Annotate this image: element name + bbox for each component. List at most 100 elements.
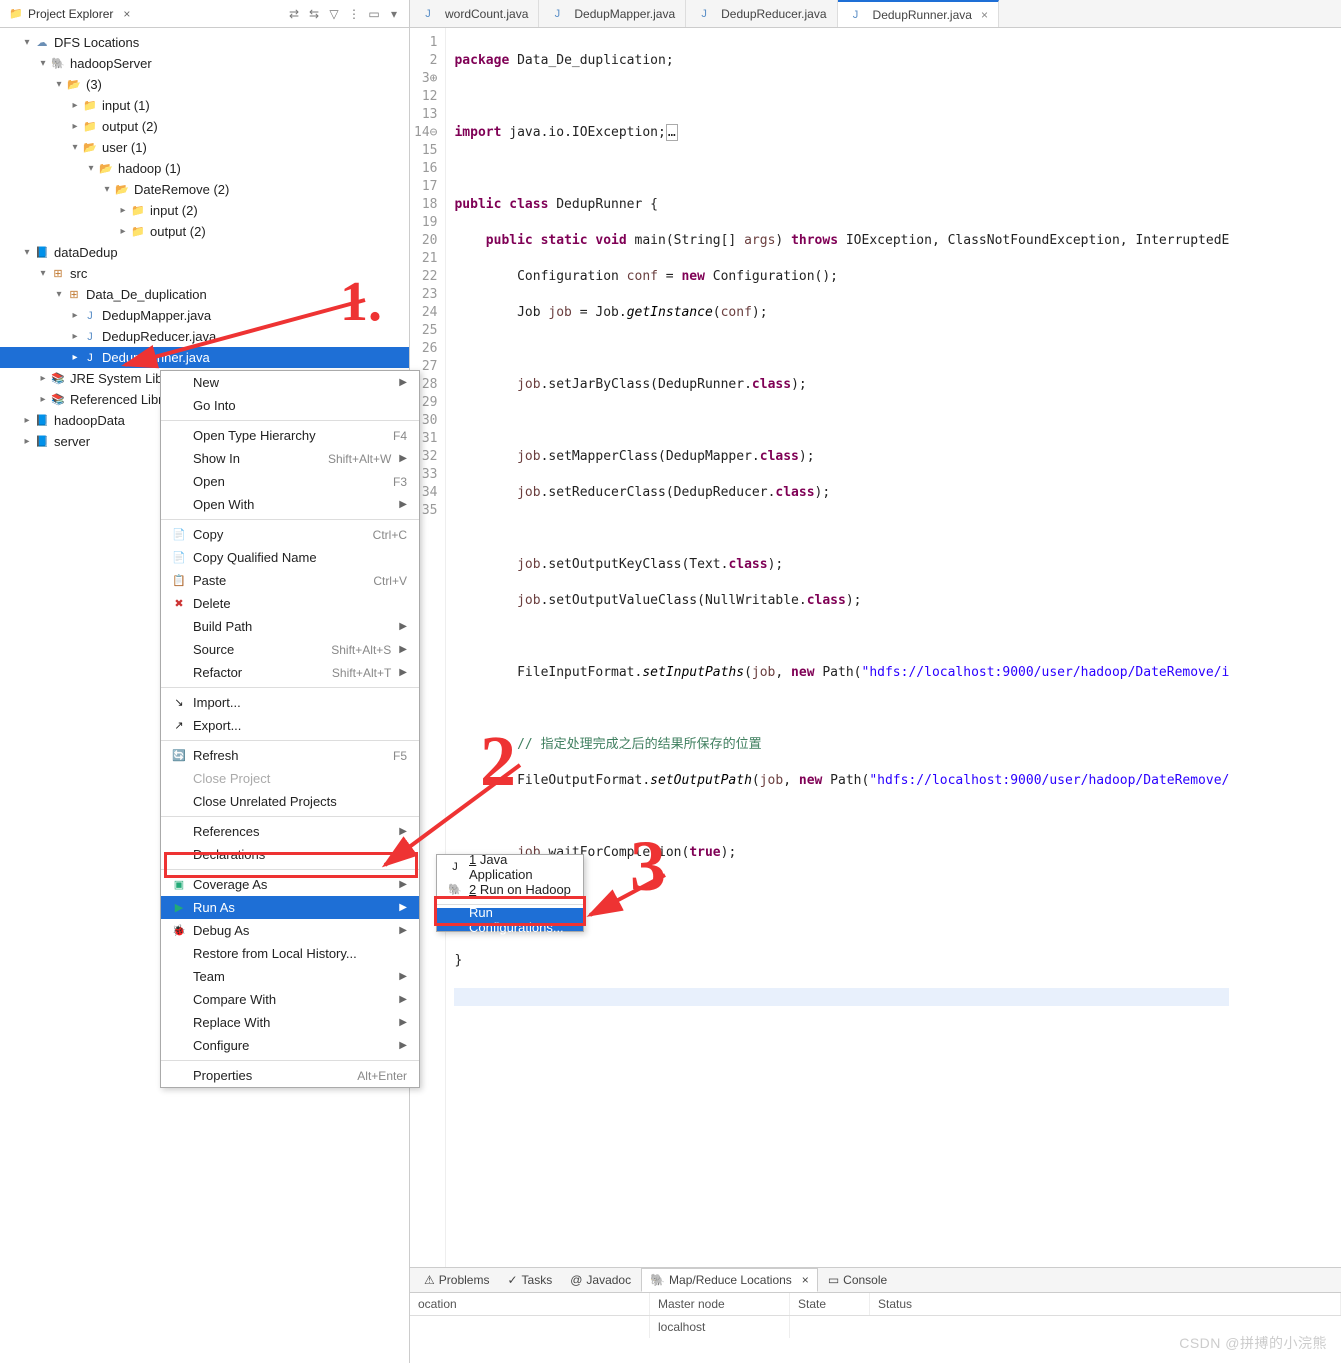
import-icon: ↘ <box>171 696 187 709</box>
menu-references[interactable]: References▶ <box>161 820 419 843</box>
package-icon: ⊞ <box>66 288 82 301</box>
menu-compare[interactable]: Compare With▶ <box>161 988 419 1011</box>
min-icon[interactable]: ▭ <box>367 7 381 21</box>
editor-tabs: JwordCount.java JDedupMapper.java JDedup… <box>410 0 1341 28</box>
tree-src[interactable]: ▾⊞src <box>0 263 409 284</box>
close-icon[interactable]: × <box>802 1273 809 1287</box>
folder-icon: 📂 <box>66 78 82 91</box>
tab-javadoc[interactable]: @Javadoc <box>562 1268 639 1292</box>
menu-copy[interactable]: 📄CopyCtrl+C <box>161 523 419 546</box>
menu-buildpath[interactable]: Build Path▶ <box>161 615 419 638</box>
focus-icon[interactable]: ⋮ <box>347 7 361 21</box>
tab-mapper[interactable]: JDedupMapper.java <box>539 0 686 27</box>
menu-copyqual[interactable]: 📄Copy Qualified Name <box>161 546 419 569</box>
tasks-icon: ✓ <box>507 1273 517 1287</box>
tree-dfs[interactable]: ▾☁DFS Locations <box>0 32 409 53</box>
tree-dateremove2[interactable]: ▾📂DateRemove (2) <box>0 179 409 200</box>
elephant-icon: 🐘 <box>50 57 66 70</box>
col-state[interactable]: State <box>790 1293 870 1315</box>
menu-declarations[interactable]: Declarations▶ <box>161 843 419 866</box>
menu-open[interactable]: OpenF3 <box>161 470 419 493</box>
java-icon: J <box>696 8 712 20</box>
java-icon: J <box>82 352 98 364</box>
submenu-runconfig[interactable]: Run Configurations... <box>437 908 583 931</box>
col-master[interactable]: Master node <box>650 1293 790 1315</box>
tree-reducer[interactable]: ▸JDedupReducer.java <box>0 326 409 347</box>
tree-three[interactable]: ▾📂(3) <box>0 74 409 95</box>
javadoc-icon: @ <box>570 1273 582 1287</box>
runas-submenu[interactable]: J1 Java Application 🐘2 Run on Hadoop Run… <box>436 854 584 932</box>
collapse-icon[interactable]: ⇄ <box>287 7 301 21</box>
console-icon: ▭ <box>828 1273 839 1287</box>
locations-table-header: ocation Master node State Status <box>410 1293 1341 1316</box>
tree-hadoopserver[interactable]: ▾🐘hadoopServer <box>0 53 409 74</box>
tree-input2[interactable]: ▸📁input (2) <box>0 200 409 221</box>
delete-icon: ✖ <box>171 597 187 610</box>
tab-problems[interactable]: ⚠Problems <box>416 1268 497 1292</box>
tab-reducer[interactable]: JDedupReducer.java <box>686 0 837 27</box>
col-location[interactable]: ocation <box>410 1293 650 1315</box>
menu-replace[interactable]: Replace With▶ <box>161 1011 419 1034</box>
explorer-toolbar: ⇄ ⇆ ▽ ⋮ ▭ ▾ <box>287 7 401 21</box>
menu-refresh[interactable]: 🔄RefreshF5 <box>161 744 419 767</box>
explorer-title: Project Explorer <box>28 7 113 21</box>
menu-properties[interactable]: PropertiesAlt+Enter <box>161 1064 419 1087</box>
tree-user1[interactable]: ▾📂user (1) <box>0 137 409 158</box>
code-body: package Data_De_duplication; import java… <box>446 28 1229 1267</box>
menu-gointo[interactable]: Go Into <box>161 394 419 417</box>
menu-refactor[interactable]: RefactorShift+Alt+T▶ <box>161 661 419 684</box>
menu-configure[interactable]: Configure▶ <box>161 1034 419 1057</box>
menu-export[interactable]: ↗Export... <box>161 714 419 737</box>
problems-icon: ⚠ <box>424 1273 435 1287</box>
menu-coverage[interactable]: ▣Coverage As▶ <box>161 873 419 896</box>
menu-restore[interactable]: Restore from Local History... <box>161 942 419 965</box>
submenu-javaapp[interactable]: J1 Java Application <box>437 855 583 878</box>
java-icon: J <box>82 310 98 322</box>
tree-mapper[interactable]: ▸JDedupMapper.java <box>0 305 409 326</box>
folder-icon: 📁 <box>130 204 146 217</box>
tree-hadoop1[interactable]: ▾📂hadoop (1) <box>0 158 409 179</box>
menu-runas[interactable]: ▶Run As▶ <box>161 896 419 919</box>
close-icon[interactable]: × <box>123 7 130 21</box>
folder-icon: 📂 <box>82 141 98 154</box>
tab-wordcount[interactable]: JwordCount.java <box>410 0 539 27</box>
bottom-view-tabs: ⚠Problems ✓Tasks @Javadoc 🐘Map/Reduce Lo… <box>410 1267 1341 1293</box>
menu-import[interactable]: ↘Import... <box>161 691 419 714</box>
tree-runner-selected[interactable]: ▸JDedupRunner.java <box>0 347 409 368</box>
code-editor[interactable]: 123⊕121314⊖15161718192021222324252627282… <box>410 28 1341 1267</box>
menu-delete[interactable]: ✖Delete <box>161 592 419 615</box>
menu-opentypehier[interactable]: Open Type HierarchyF4 <box>161 424 419 447</box>
menu-closeunrel[interactable]: Close Unrelated Projects <box>161 790 419 813</box>
paste-icon: 📋 <box>171 574 187 587</box>
tab-runner[interactable]: JDedupRunner.java× <box>838 0 999 27</box>
menu-openwith[interactable]: Open With▶ <box>161 493 419 516</box>
tree-output2[interactable]: ▸📁output (2) <box>0 116 409 137</box>
library-icon: 📚 <box>50 372 66 385</box>
tree-input1[interactable]: ▸📁input (1) <box>0 95 409 116</box>
menu-team[interactable]: Team▶ <box>161 965 419 988</box>
explorer-icon: 📁 <box>8 7 24 20</box>
link-icon[interactable]: ⇆ <box>307 7 321 21</box>
menu-debugas[interactable]: 🐞Debug As▶ <box>161 919 419 942</box>
close-icon[interactable]: × <box>981 8 988 22</box>
folder-icon: 📂 <box>114 183 130 196</box>
col-status[interactable]: Status <box>870 1293 1341 1315</box>
menu-new[interactable]: New▶ <box>161 371 419 394</box>
context-menu[interactable]: New▶ Go Into Open Type HierarchyF4 Show … <box>160 370 420 1088</box>
tab-console[interactable]: ▭Console <box>820 1268 895 1292</box>
tab-mapreduce[interactable]: 🐘Map/Reduce Locations× <box>641 1268 818 1292</box>
menu-source[interactable]: SourceShift+Alt+S▶ <box>161 638 419 661</box>
tree-output2b[interactable]: ▸📁output (2) <box>0 221 409 242</box>
folder-icon: 📁 <box>130 225 146 238</box>
tab-tasks[interactable]: ✓Tasks <box>499 1268 560 1292</box>
menu-showin[interactable]: Show InShift+Alt+W▶ <box>161 447 419 470</box>
filter-icon[interactable]: ▽ <box>327 7 341 21</box>
tree-datadedup[interactable]: ▾📘dataDedup <box>0 242 409 263</box>
project-icon: 📘 <box>34 246 50 259</box>
submenu-runhadoop[interactable]: 🐘2 Run on Hadoop <box>437 878 583 901</box>
menu-icon[interactable]: ▾ <box>387 7 401 21</box>
tree-pkg[interactable]: ▾⊞Data_De_duplication <box>0 284 409 305</box>
menu-paste[interactable]: 📋PasteCtrl+V <box>161 569 419 592</box>
java-icon: J <box>82 331 98 343</box>
debug-icon: 🐞 <box>171 924 187 937</box>
